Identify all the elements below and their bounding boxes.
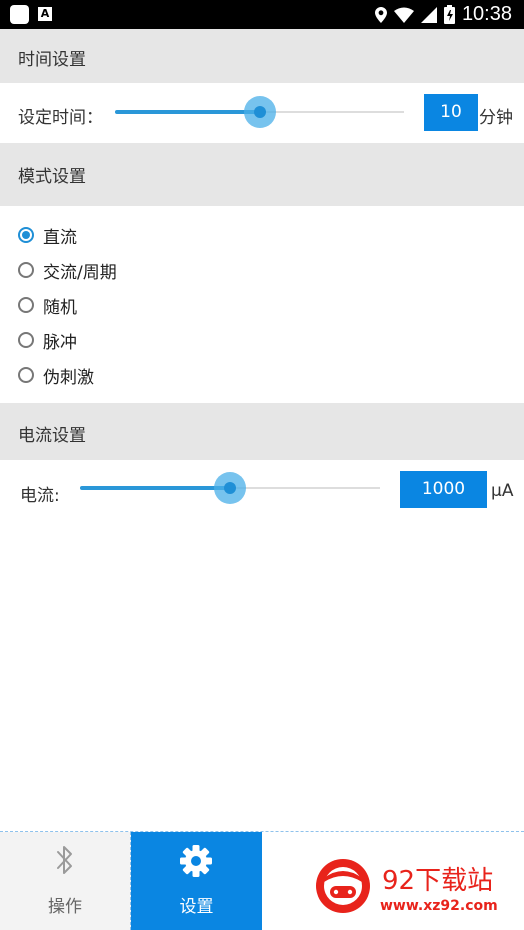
mode-option-label: 交流/周期 (43, 262, 117, 283)
tab-operation[interactable]: 操作 (0, 832, 131, 930)
mode-option-label: 脉冲 (43, 332, 77, 353)
current-unit-label: μA (491, 481, 514, 501)
watermark-url: www.xz92.com (380, 898, 498, 914)
a-notification-icon: A (38, 7, 52, 21)
current-value-box[interactable]: 1000 (400, 471, 487, 508)
clock-time: 10:38 (461, 3, 512, 25)
mode-option-ac-periodic[interactable]: 交流/周期 (18, 256, 117, 284)
bottom-nav: 操作 设置 92下载站 www.xz92.com (0, 832, 524, 930)
time-value-box[interactable]: 10 (424, 94, 478, 131)
tab-settings-label: 设置 (179, 897, 214, 917)
location-icon (374, 6, 387, 23)
gear-icon (180, 845, 212, 877)
watermark-title: 92下载站 (382, 866, 494, 896)
current-slider-thumb[interactable] (224, 482, 236, 494)
mode-radio-button[interactable] (18, 332, 34, 348)
time-unit-label: 分钟 (479, 108, 513, 128)
current-slider-fill (80, 486, 230, 490)
bluetooth-icon (57, 846, 72, 874)
mode-settings-title: 模式设置 (18, 167, 86, 187)
mode-radio-button[interactable] (18, 262, 34, 278)
current-slider[interactable] (80, 468, 380, 508)
mode-option-label: 伪刺激 (43, 367, 94, 388)
time-settings-title: 时间设置 (18, 50, 86, 70)
app-notification-icon (10, 5, 29, 24)
time-slider[interactable] (115, 92, 404, 132)
mode-radio-button[interactable] (18, 297, 34, 313)
time-slider-fill (115, 110, 260, 114)
set-time-label: 设定时间： (18, 108, 103, 128)
status-bar: A 10:38 (0, 0, 524, 29)
mode-option-label: 直流 (43, 227, 77, 248)
current-settings-title: 电流设置 (18, 426, 86, 446)
watermark: 92下载站 www.xz92.com (300, 859, 524, 930)
current-label: 电流: (20, 486, 60, 506)
time-settings-header: 时间设置 (0, 29, 524, 83)
mode-option-label: 随机 (43, 297, 77, 318)
mode-option-dc[interactable]: 直流 (18, 221, 77, 249)
tab-operation-label: 操作 (48, 897, 82, 917)
mode-option-sham[interactable]: 伪刺激 (18, 361, 94, 389)
mode-option-random[interactable]: 随机 (18, 291, 77, 319)
wifi-icon (393, 7, 414, 23)
mode-settings-header: 模式设置 (0, 143, 524, 206)
gamepad-logo-icon (316, 859, 370, 913)
time-slider-thumb[interactable] (253, 106, 266, 118)
current-settings-header: 电流设置 (0, 403, 524, 460)
mode-option-pulse[interactable]: 脉冲 (18, 326, 77, 354)
battery-icon (443, 5, 455, 24)
mode-radio-button[interactable] (18, 227, 34, 243)
signal-icon (420, 6, 437, 23)
mode-radio-button[interactable] (18, 367, 34, 383)
tab-settings[interactable]: 设置 (131, 832, 262, 930)
